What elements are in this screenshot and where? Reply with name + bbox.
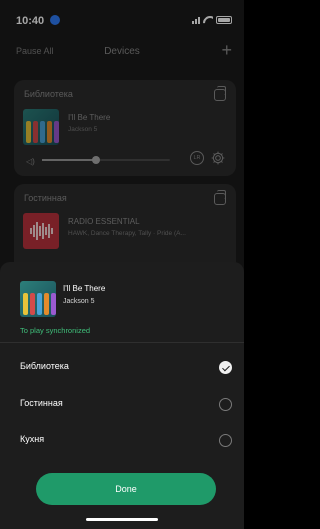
room-option-living-room[interactable]: Гостинная (0, 387, 244, 423)
room-option-label: Кухня (20, 434, 45, 444)
room-option-library[interactable]: Библиотека (0, 350, 244, 386)
radio-icon[interactable] (219, 434, 232, 447)
room-option-label: Библиотека (20, 361, 69, 371)
sync-label: To play synchronized (20, 326, 91, 335)
check-icon[interactable] (219, 361, 232, 374)
divider (0, 342, 244, 343)
sync-bottom-sheet: I'll Be There Jackson 5 To play synchron… (0, 262, 244, 529)
album-art (20, 281, 56, 317)
home-indicator[interactable] (86, 518, 158, 521)
done-button[interactable]: Done (36, 473, 216, 505)
devices-screen: 10:40 Pause All Devices + Библиотека I'l… (0, 0, 244, 529)
room-option-kitchen[interactable]: Кухня (0, 423, 244, 459)
radio-icon[interactable] (219, 398, 232, 411)
room-option-label: Гостинная (20, 398, 63, 408)
now-playing-artist: Jackson 5 (63, 298, 95, 305)
now-playing-title: I'll Be There (63, 284, 106, 293)
